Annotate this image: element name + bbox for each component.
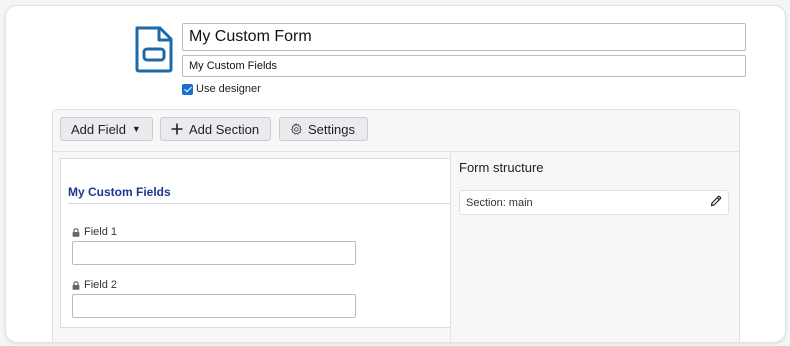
add-section-button[interactable]: Add Section	[160, 117, 271, 141]
form-structure-panel: Form structure Section: main	[450, 152, 739, 342]
form-designer: Add Field ▼ Add Section Settings My Cust…	[52, 109, 740, 342]
settings-button[interactable]: Settings	[279, 117, 368, 141]
form-canvas-pane: My Custom Fields Field 1 Field 2	[53, 152, 451, 342]
form-title-input[interactable]	[182, 23, 746, 51]
caret-down-icon: ▼	[131, 124, 141, 134]
structure-item-section-main[interactable]: Section: main	[459, 190, 729, 215]
field-label-text: Field 1	[84, 226, 118, 238]
field-1-label: Field 1	[72, 226, 117, 238]
field-2-input[interactable]	[72, 294, 356, 318]
structure-item-label: Section: main	[466, 196, 533, 209]
add-section-label: Add Section	[189, 121, 260, 137]
add-field-label: Add Field	[71, 121, 126, 137]
document-icon	[135, 26, 173, 73]
field-1-input[interactable]	[72, 241, 356, 265]
gear-icon	[290, 123, 302, 135]
form-subtitle-input[interactable]	[182, 55, 746, 77]
form-editor-card: Use designer Add Field ▼ Add Section	[5, 5, 786, 343]
use-designer-label: Use designer	[196, 83, 261, 95]
lock-icon	[72, 280, 80, 290]
form-canvas: My Custom Fields Field 1 Field 2	[60, 158, 451, 328]
add-field-button[interactable]: Add Field ▼	[60, 117, 153, 141]
section-divider	[68, 203, 451, 204]
field-label-text: Field 2	[84, 279, 118, 291]
structure-title: Form structure	[459, 160, 544, 175]
designer-toolbar: Add Field ▼ Add Section Settings	[53, 110, 739, 152]
settings-label: Settings	[308, 121, 355, 137]
use-designer-checkbox[interactable]	[182, 83, 193, 95]
pencil-icon[interactable]	[710, 195, 722, 210]
use-designer-toggle[interactable]: Use designer	[182, 83, 261, 95]
field-2-label: Field 2	[72, 279, 117, 291]
lock-icon	[72, 227, 80, 237]
plus-icon	[171, 123, 183, 135]
section-title: My Custom Fields	[68, 185, 171, 199]
